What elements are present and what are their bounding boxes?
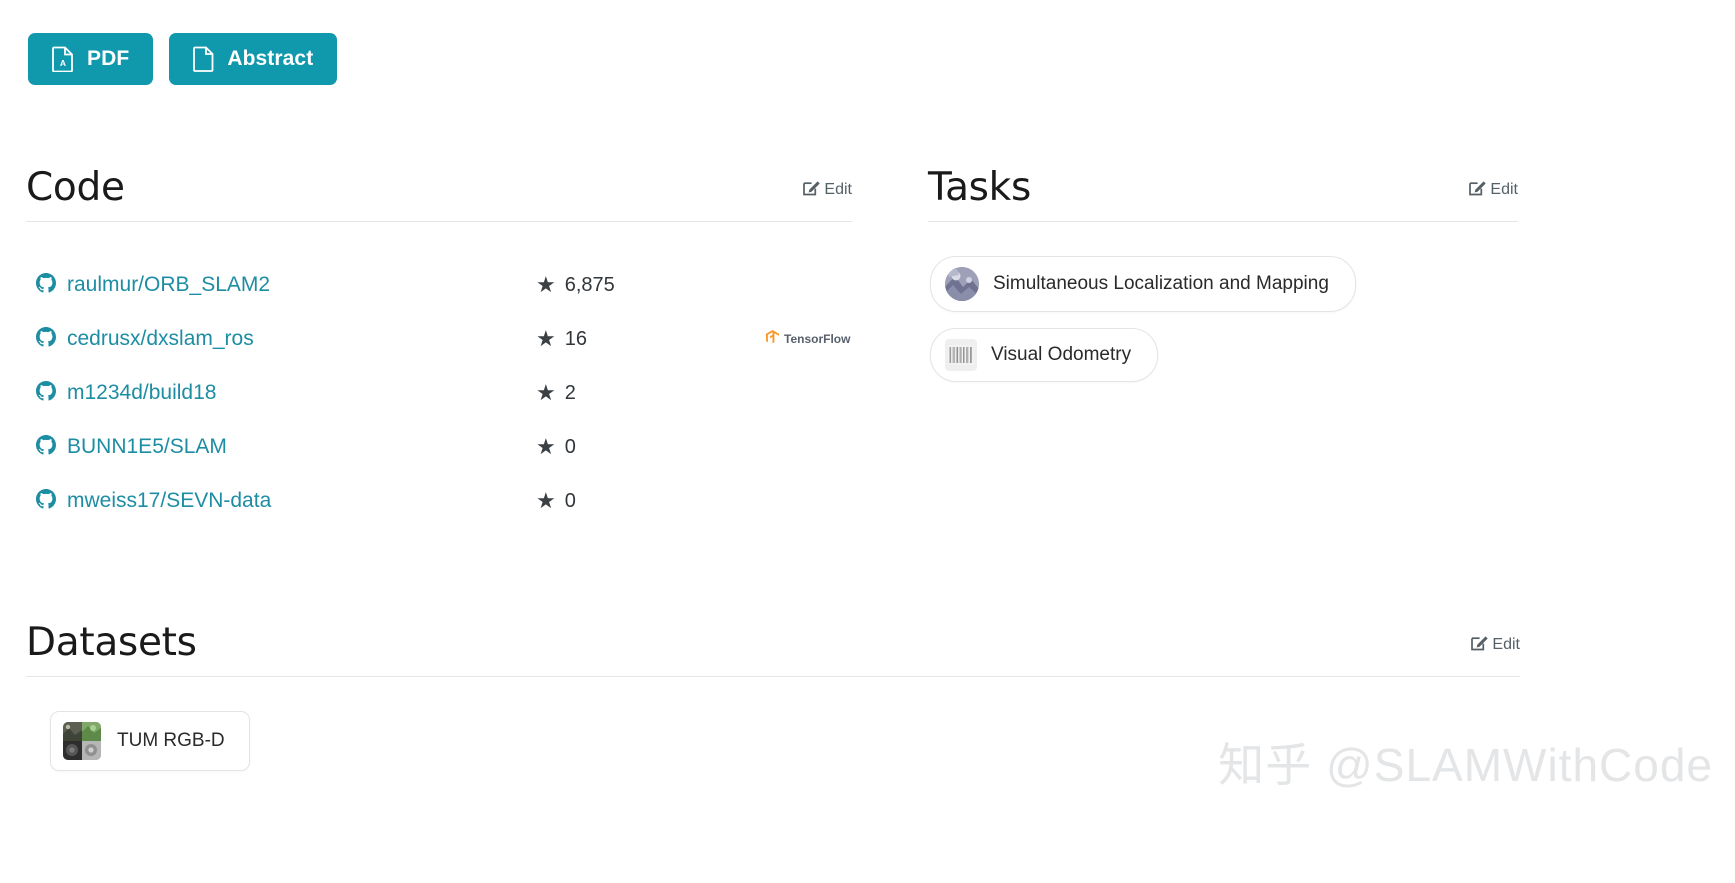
repo-name-cell: cedrusx/dxslam_ros (36, 326, 536, 352)
dataset-chip-label: TUM RGB-D (117, 730, 225, 751)
repo-star-count: 16 (564, 327, 587, 350)
repo-framework: TensorFlow (766, 330, 852, 348)
edit-pencil-icon (1469, 179, 1487, 201)
repo-stars: ★ 0 (536, 436, 766, 459)
star-icon: ★ (536, 380, 556, 405)
edit-datasets-label: Edit (1492, 636, 1520, 653)
edit-datasets-button[interactable]: Edit (1471, 634, 1520, 662)
repo-name-cell: mweiss17/SEVN-data (36, 488, 536, 514)
repo-link[interactable]: m1234d/build18 (67, 381, 216, 405)
edit-tasks-button[interactable]: Edit (1469, 179, 1518, 207)
task-chip-list: Simultaneous Localization and Mapping Vi… (928, 256, 1518, 382)
repo-star-count: 0 (564, 489, 576, 512)
repo-link[interactable]: mweiss17/SEVN-data (67, 489, 271, 513)
tensorflow-badge: TensorFlow (766, 330, 850, 348)
edit-tasks-label: Edit (1490, 181, 1518, 198)
tasks-section: Tasks Edit Simultaneous Localization and… (928, 168, 1518, 382)
table-row: raulmur/ORB_SLAM2 ★ 6,875 (36, 258, 852, 312)
edit-pencil-icon (803, 179, 821, 201)
edit-pencil-icon (1471, 634, 1489, 656)
code-section-header: Code Edit (26, 168, 852, 221)
table-row: mweiss17/SEVN-data ★ 0 (36, 474, 852, 528)
tasks-section-header: Tasks Edit (928, 168, 1518, 221)
github-icon (36, 380, 56, 406)
github-icon (36, 434, 56, 460)
task-chip-slam[interactable]: Simultaneous Localization and Mapping (930, 256, 1356, 312)
tasks-section-divider (928, 221, 1518, 222)
table-row: cedrusx/dxslam_ros ★ 16 TensorFlow (36, 312, 852, 366)
dataset-chip-list: TUM RGB-D (26, 711, 1520, 771)
abstract-button[interactable]: Abstract (169, 33, 338, 85)
repo-stars: ★ 6,875 (536, 274, 766, 297)
datasets-section-header: Datasets Edit (26, 623, 1520, 676)
edit-code-label: Edit (824, 181, 852, 198)
tensorflow-icon (766, 330, 779, 348)
table-row: m1234d/build18 ★ 2 (36, 366, 852, 420)
repo-name-cell: m1234d/build18 (36, 380, 536, 406)
star-icon: ★ (536, 272, 556, 297)
task-chip-label: Visual Odometry (991, 344, 1132, 365)
paper-action-bar: A PDF Abstract (28, 33, 338, 85)
dataset-thumbnail-icon (63, 722, 101, 760)
repo-name-cell: BUNN1E5/SLAM (36, 434, 536, 460)
star-icon: ★ (536, 488, 556, 513)
task-chip-visual-odometry[interactable]: Visual Odometry (930, 328, 1159, 382)
repo-stars: ★ 0 (536, 490, 766, 513)
github-icon (36, 272, 56, 298)
star-icon: ★ (536, 326, 556, 351)
task-thumbnail-round-icon (945, 267, 979, 301)
code-section: Code Edit raulmur/ORB_SLAM2 ★ 6,875 cedr… (26, 168, 852, 528)
datasets-section-divider (26, 676, 1520, 677)
repo-star-count: 0 (564, 435, 576, 458)
repo-link[interactable]: cedrusx/dxslam_ros (67, 327, 254, 351)
dataset-chip-tum-rgb-d[interactable]: TUM RGB-D (50, 711, 250, 771)
pdf-button-label: PDF (87, 47, 130, 70)
pdf-button[interactable]: A PDF (28, 33, 154, 85)
abstract-button-label: Abstract (227, 47, 314, 70)
github-icon (36, 488, 56, 514)
repo-star-count: 6,875 (564, 273, 615, 296)
datasets-section: Datasets Edit TUM RGB-D (26, 623, 1520, 771)
repo-name-cell: raulmur/ORB_SLAM2 (36, 272, 536, 298)
repo-link[interactable]: BUNN1E5/SLAM (67, 435, 227, 459)
svg-text:A: A (60, 58, 66, 68)
code-section-title: Code (26, 165, 125, 210)
edit-code-button[interactable]: Edit (803, 179, 852, 207)
repo-stars: ★ 2 (536, 382, 766, 405)
task-chip-label: Simultaneous Localization and Mapping (993, 273, 1329, 294)
repository-list: raulmur/ORB_SLAM2 ★ 6,875 cedrusx/dxslam… (26, 258, 852, 528)
datasets-section-title: Datasets (26, 620, 197, 665)
repo-star-count: 2 (564, 381, 576, 404)
table-row: BUNN1E5/SLAM ★ 0 (36, 420, 852, 474)
repo-link[interactable]: raulmur/ORB_SLAM2 (67, 273, 270, 297)
repo-stars: ★ 16 (536, 328, 766, 351)
tasks-section-title: Tasks (928, 165, 1031, 210)
tensorflow-label: TensorFlow (784, 332, 851, 346)
code-section-divider (26, 221, 852, 222)
document-icon (193, 46, 214, 72)
github-icon (36, 326, 56, 352)
pdf-file-icon: A (52, 46, 74, 72)
task-thumbnail-barcode-icon (945, 339, 977, 371)
star-icon: ★ (536, 434, 556, 459)
